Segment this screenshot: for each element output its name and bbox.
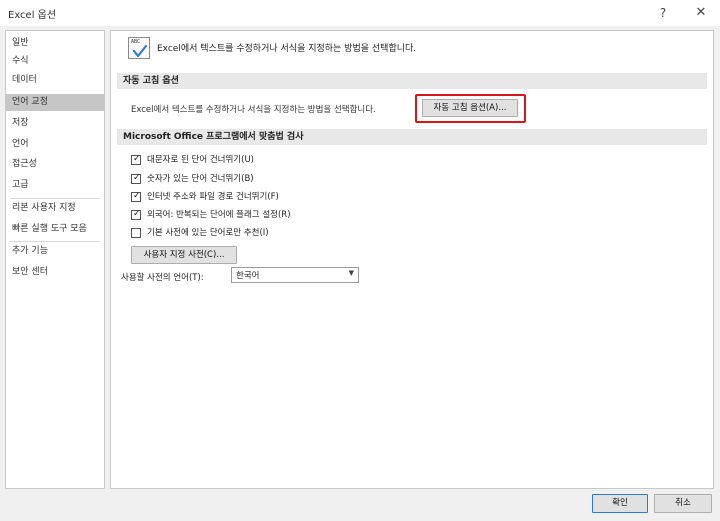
checkmark-icon — [132, 44, 148, 58]
sidebar-divider — [10, 241, 100, 242]
proofing-panel: ABC Excel에서 텍스트를 수정하거나 서식을 지정하는 방법을 선택합니… — [110, 30, 714, 489]
spelling-section-header: Microsoft Office 프로그램에서 맞춤법 검사 — [117, 129, 707, 145]
custom-dictionaries-button[interactable]: 사용자 지정 사전(C)... — [131, 246, 237, 264]
sidebar-item-add-ins[interactable]: 추가 기능 — [6, 243, 104, 260]
checkmark-icon: ✓ — [133, 173, 141, 183]
ok-button[interactable]: 확인 — [592, 494, 648, 513]
sidebar-item-formulas[interactable]: 수식 — [6, 53, 104, 70]
checkbox[interactable]: ✓ — [131, 173, 141, 184]
abc-checkmark-icon: ABC — [128, 37, 150, 59]
dictionary-language-value: 한국어 — [236, 271, 260, 281]
sidebar-item-save[interactable]: 저장 — [6, 115, 104, 132]
checkbox[interactable]: ✓ — [131, 191, 141, 202]
sidebar-item-general[interactable]: 일반 — [6, 35, 104, 52]
checkbox[interactable] — [131, 228, 141, 238]
sidebar-item-data[interactable]: 데이터 — [6, 72, 104, 89]
checkmark-icon: ✓ — [133, 209, 141, 219]
dictionary-language-select[interactable]: 한국어 ▼ — [231, 267, 359, 283]
checkbox-label: 인터넷 주소와 파일 경로 건너뛰기(F) — [147, 192, 279, 202]
sidebar-item-trust-center[interactable]: 보안 센터 — [6, 264, 104, 281]
sidebar-item-accessibility[interactable]: 접근성 — [6, 156, 104, 173]
checkbox-label: 기본 사전에 있는 단어로만 추천(I) — [147, 228, 269, 238]
sidebar-item-language[interactable]: 언어 — [6, 136, 104, 153]
autocorrect-section-header: 자동 고침 옵션 — [117, 73, 707, 89]
sidebar-item-proofing[interactable]: 언어 교정 — [6, 94, 104, 111]
sidebar-item-quick-access-toolbar[interactable]: 빠른 실행 도구 모음 — [6, 221, 104, 238]
help-button[interactable]: ? — [650, 3, 676, 23]
options-sidebar: 일반 수식 데이터 언어 교정 저장 언어 접근성 고급 리본 사용자 지정 빠… — [5, 30, 105, 489]
checkbox[interactable]: ✓ — [131, 209, 141, 220]
cancel-button[interactable]: 취소 — [654, 494, 712, 513]
checkbox[interactable]: ✓ — [131, 154, 141, 165]
checkbox-label: 대문자로 된 단어 건너뛰기(U) — [147, 155, 254, 165]
sidebar-item-advanced[interactable]: 고급 — [6, 177, 104, 194]
sidebar-divider — [10, 198, 100, 199]
window-title: Excel 옵션 — [8, 10, 57, 21]
checkbox-label: 외국어: 반복되는 단어에 플래그 설정(R) — [147, 210, 291, 220]
checkbox-label: 숫자가 있는 단어 건너뛰기(B) — [147, 174, 254, 184]
autocorrect-description: Excel에서 텍스트를 수정하거나 서식을 지정하는 방법을 선택합니다. — [131, 105, 376, 115]
checkmark-icon: ✓ — [133, 154, 141, 164]
sidebar-item-customize-ribbon[interactable]: 리본 사용자 지정 — [6, 200, 104, 217]
highlight-annotation — [415, 94, 526, 123]
title-bar: Excel 옵션 ? ✕ — [0, 0, 720, 26]
dropdown-arrow-icon: ▼ — [348, 269, 354, 277]
checkmark-icon: ✓ — [133, 191, 141, 201]
dictionary-language-label: 사용할 사전의 언어(T): — [121, 273, 204, 283]
close-button[interactable]: ✕ — [688, 3, 714, 23]
intro-text: Excel에서 텍스트를 수정하거나 서식을 지정하는 방법을 선택합니다. — [157, 44, 417, 54]
